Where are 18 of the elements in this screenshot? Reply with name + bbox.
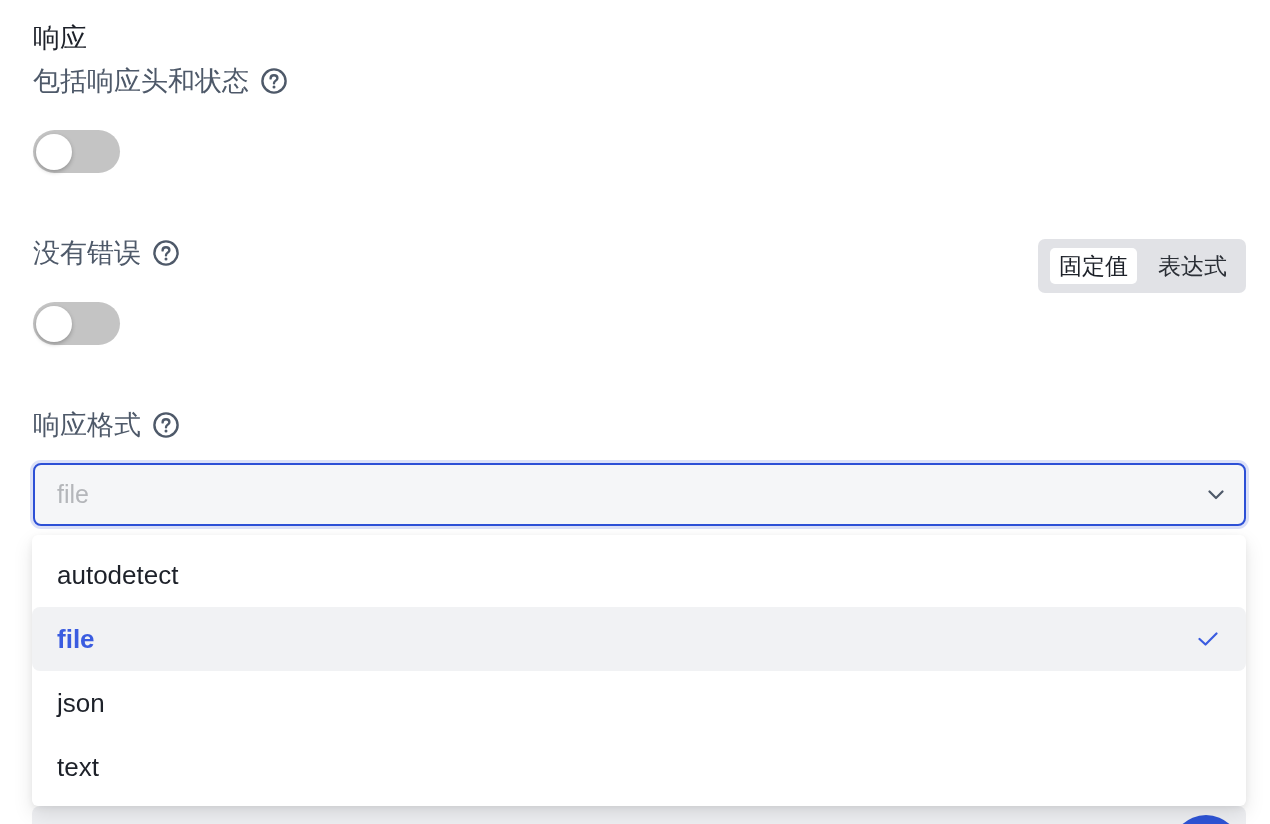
help-icon[interactable] (153, 412, 179, 438)
dropdown-option[interactable]: json (32, 671, 1246, 735)
dropdown-option[interactable]: file (32, 607, 1246, 671)
dropdown-option[interactable]: autodetect (32, 543, 1246, 607)
help-icon[interactable] (261, 68, 287, 94)
field-label: 没有错误 (33, 237, 141, 270)
toggle-switch[interactable] (33, 130, 120, 173)
select-value: file (57, 480, 89, 509)
toggle-switch[interactable] (33, 302, 120, 345)
help-icon[interactable] (153, 240, 179, 266)
field-label: 响应格式 (33, 409, 141, 442)
chevron-down-icon (1208, 489, 1224, 500)
mode-tab[interactable]: 固定值 (1050, 248, 1137, 284)
field-label: 包括响应头和状态 (33, 65, 249, 98)
section-title: 响应 (33, 22, 87, 55)
check-icon (1198, 632, 1218, 646)
mode-tab[interactable]: 表达式 (1149, 248, 1236, 284)
dropdown-option[interactable]: text (32, 735, 1246, 799)
